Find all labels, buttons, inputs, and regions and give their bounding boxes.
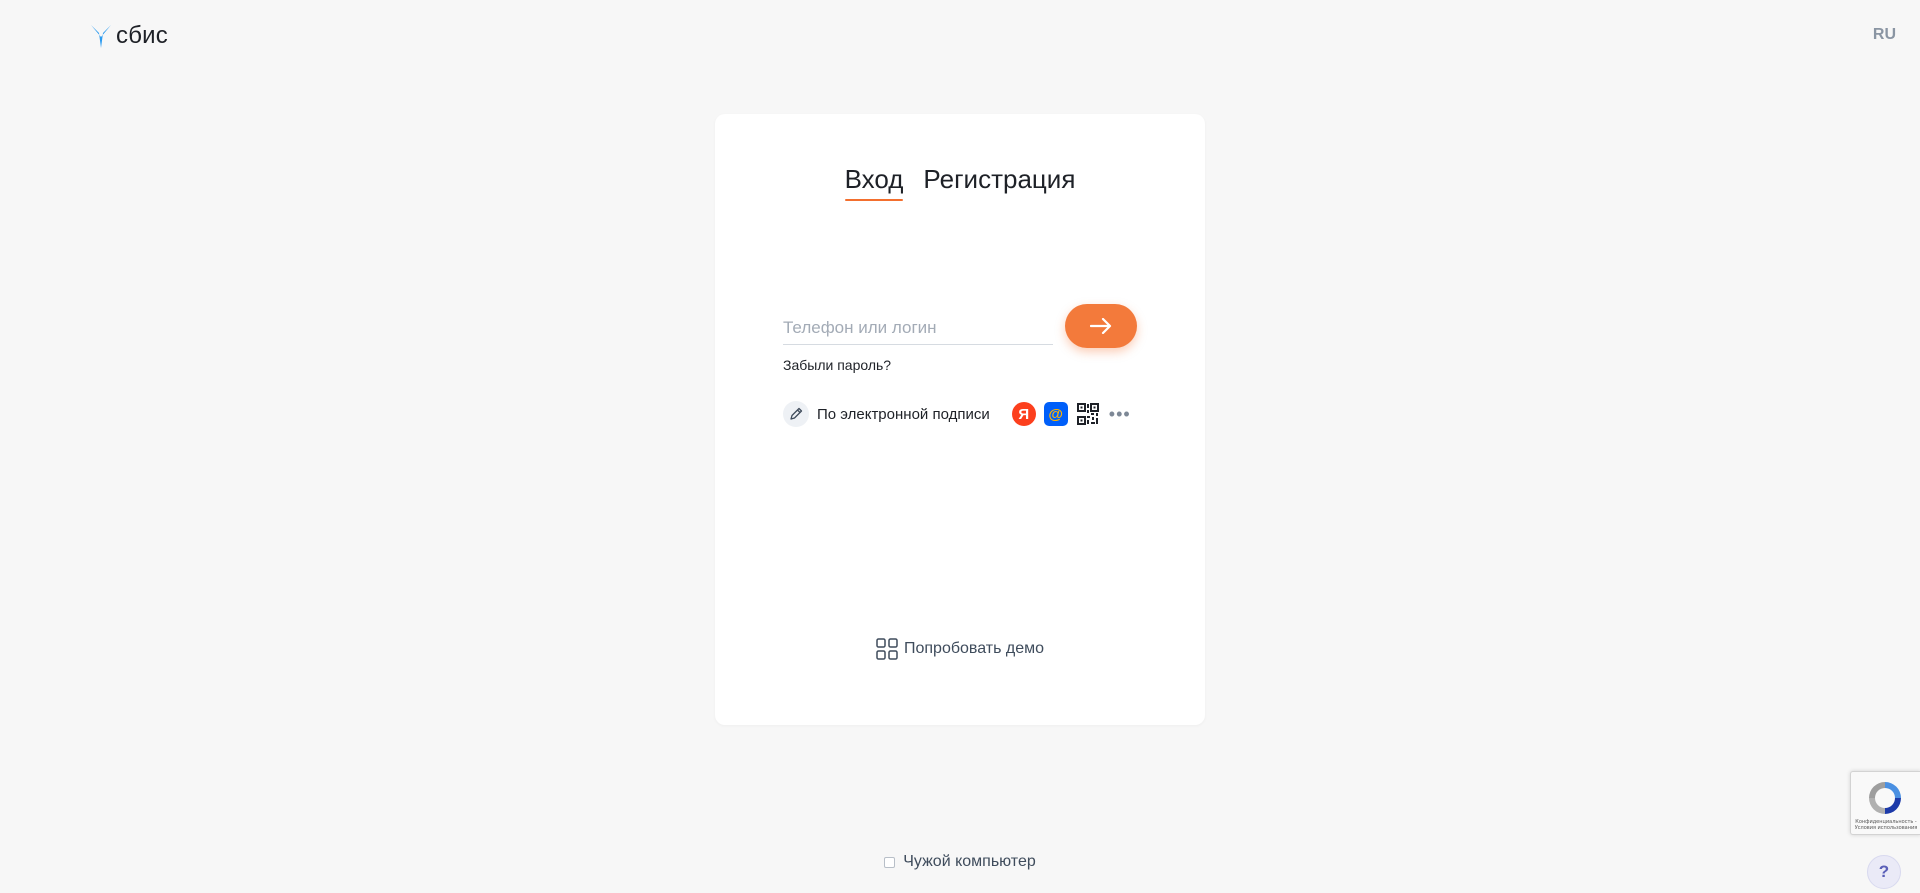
phone-or-login-input[interactable] bbox=[783, 312, 1053, 345]
foreign-computer-checkbox[interactable] bbox=[884, 856, 896, 868]
mailru-icon[interactable]: @ bbox=[1043, 402, 1068, 426]
yandex-icon[interactable]: Я bbox=[1011, 402, 1036, 426]
forgot-password-link[interactable]: Забыли пароль? bbox=[783, 357, 891, 373]
pen-icon bbox=[783, 401, 809, 427]
auth-tabs: Вход Регистрация bbox=[715, 164, 1205, 201]
try-demo-button[interactable]: Попробовать демо bbox=[715, 638, 1205, 660]
recaptcha-text[interactable]: Конфиденциальность - Условия использован… bbox=[1853, 819, 1919, 831]
recaptcha-icon bbox=[1869, 782, 1901, 814]
sbis-bird-icon bbox=[91, 25, 111, 48]
qr-code-icon[interactable] bbox=[1076, 402, 1100, 426]
foreign-computer-label[interactable]: Чужой компьютер bbox=[903, 853, 1036, 871]
login-methods: По электронной подписи Я @ ••• bbox=[783, 400, 1137, 428]
electronic-signature-button[interactable]: По электронной подписи bbox=[783, 401, 990, 427]
recaptcha-badge[interactable]: Конфиденциальность - Условия использован… bbox=[1850, 771, 1920, 835]
tab-login[interactable]: Вход bbox=[844, 164, 903, 201]
login-page: сбис RU Вход Регистрация Забыли пароль? bbox=[0, 0, 1920, 893]
tab-registration[interactable]: Регистрация bbox=[923, 164, 1075, 201]
sbis-logo[interactable]: сбис bbox=[90, 22, 168, 50]
login-card: Вход Регистрация Забыли пароль? По элект… bbox=[715, 114, 1205, 725]
login-row bbox=[783, 304, 1137, 350]
social-login: Я @ ••• bbox=[1011, 402, 1132, 426]
more-options-icon[interactable]: ••• bbox=[1108, 402, 1132, 426]
logo-text: сбис bbox=[116, 22, 168, 49]
grid-icon bbox=[876, 638, 898, 660]
submit-button[interactable] bbox=[1065, 304, 1137, 348]
language-switch[interactable]: RU bbox=[1873, 26, 1896, 44]
arrow-right-icon bbox=[1090, 318, 1112, 334]
signature-label: По электронной подписи bbox=[817, 405, 990, 423]
demo-label: Попробовать демо bbox=[903, 640, 1045, 657]
help-button[interactable]: ? bbox=[1867, 855, 1901, 889]
foreign-computer-option: Чужой компьютер bbox=[0, 853, 1920, 871]
